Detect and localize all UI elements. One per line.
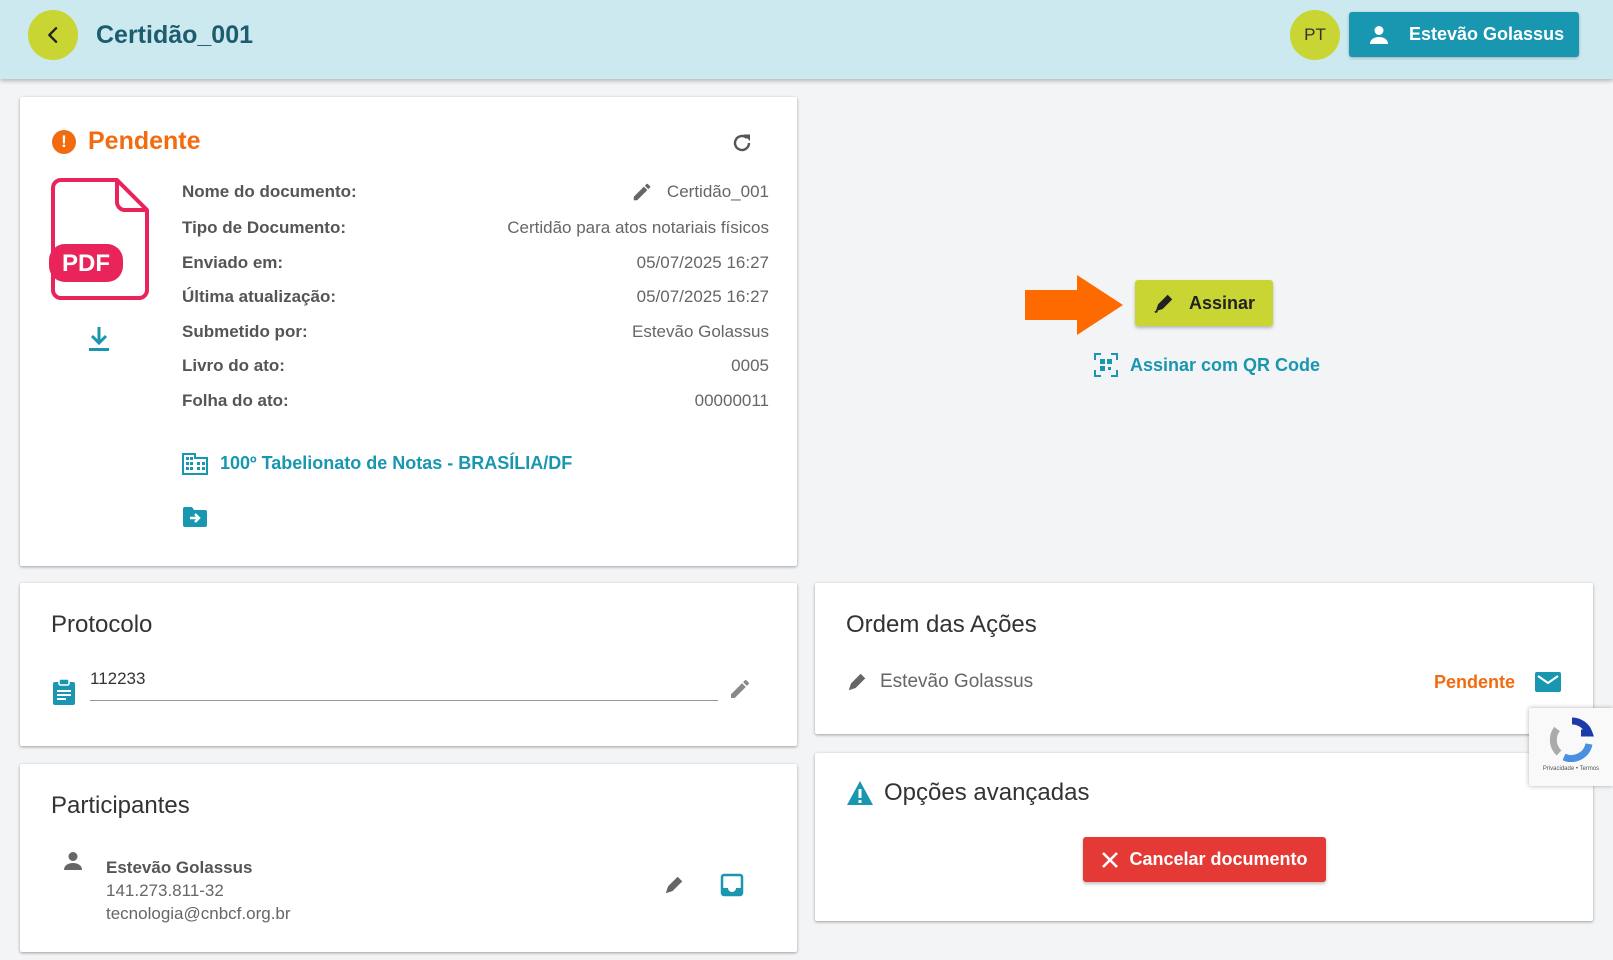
office-link[interactable]: 100º Tabelionato de Notas - BRASÍLIA/DF	[182, 451, 572, 475]
opcoes-header: Opções avançadas	[846, 779, 1089, 807]
folder-move-icon	[183, 507, 207, 527]
user-menu-button[interactable]: Estevão Golassus	[1349, 12, 1579, 57]
building-icon	[182, 453, 208, 475]
protocolo-edit-button[interactable]	[728, 677, 752, 706]
refresh-button[interactable]	[730, 131, 754, 160]
protocolo-card: Protocolo	[20, 583, 797, 746]
language-button[interactable]: PT	[1290, 10, 1340, 60]
field-value: 05/07/2025 16:27	[636, 287, 769, 306]
ordem-card: Ordem das Ações Estevão Golassus Pendent…	[815, 583, 1593, 734]
opcoes-card: Opções avançadas Cancelar documento	[815, 753, 1593, 921]
close-icon	[1102, 851, 1119, 868]
recaptcha-icon	[1549, 717, 1594, 762]
participantes-card: Participantes Estevão Golassus 141.273.8…	[20, 764, 797, 952]
field-row-document-type: Tipo de Documento: Certidão para atos no…	[182, 218, 769, 238]
office-name: 100º Tabelionato de Notas - BRASÍLIA/DF	[220, 452, 573, 473]
ordem-title: Ordem das Ações	[846, 611, 1037, 638]
cancel-document-button[interactable]: Cancelar documento	[1083, 837, 1326, 882]
field-value: Certidão_001	[631, 181, 769, 203]
opcoes-title: Opções avançadas	[884, 779, 1090, 806]
cancel-label: Cancelar documento	[1129, 849, 1308, 869]
field-label: Submetido por:	[182, 322, 308, 341]
ordem-item-status: Pendente	[1433, 671, 1515, 692]
field-row-last-update: Última atualização: 05/07/2025 16:27	[182, 287, 769, 307]
chevron-left-icon	[48, 27, 58, 43]
qr-code-icon	[1094, 353, 1118, 377]
recaptcha-badge[interactable]: Privacidade • Termos	[1529, 708, 1613, 786]
clipboard-icon	[53, 678, 75, 705]
refresh-icon	[733, 134, 751, 152]
arrow-right-icon	[1025, 275, 1123, 335]
back-button[interactable]	[28, 10, 78, 60]
mail-icon[interactable]	[1535, 671, 1561, 693]
user-icon	[1370, 25, 1388, 44]
status-header: ! Pendente	[52, 127, 201, 156]
person-icon	[64, 852, 82, 870]
field-row-sheet: Folha do ato: 00000011	[182, 391, 769, 411]
protocolo-input[interactable]	[90, 665, 718, 701]
participantes-title: Participantes	[51, 792, 190, 819]
user-name: Estevão Golassus	[1409, 24, 1565, 44]
sign-qr-label: Assinar com QR Code	[1130, 354, 1321, 375]
field-value: 0005	[731, 356, 769, 375]
sign-button[interactable]: Assinar	[1135, 280, 1273, 326]
recaptcha-text: Privacidade • Termos	[1542, 766, 1600, 772]
participant-name: Estevão Golassus	[106, 858, 253, 877]
field-row-book: Livro do ato: 0005	[182, 356, 769, 376]
field-label: Folha do ato:	[182, 391, 289, 410]
pencil-icon	[731, 679, 749, 698]
field-value: 05/07/2025 16:27	[636, 253, 769, 272]
alert-circle-icon: !	[52, 129, 76, 154]
participant-cpf: 141.273.811-32	[106, 881, 224, 900]
top-bar: Certidão_001 PT Estevão Golassus	[0, 0, 1613, 79]
pdf-file-icon: PDF	[49, 177, 153, 306]
participant-email: tecnologia@cnbcf.org.br	[106, 904, 291, 923]
download-icon	[89, 327, 109, 351]
inbox-icon	[720, 873, 744, 897]
field-label: Tipo de Documento:	[182, 218, 347, 237]
field-value: Estevão Golassus	[631, 322, 769, 341]
field-label: Enviado em:	[182, 253, 284, 272]
field-value: Certidão para atos notariais físicos	[507, 218, 769, 237]
field-label: Nome do documento:	[182, 182, 357, 201]
field-row-submitted-by: Submetido por: Estevão Golassus	[182, 322, 769, 342]
pencil-icon[interactable]	[631, 181, 653, 203]
document-card: ! Pendente PDF Nome do documento: Certid…	[20, 97, 797, 566]
status-text: Pendente	[88, 127, 201, 155]
field-label: Livro do ato:	[182, 356, 285, 375]
pdf-label: PDF	[62, 250, 110, 277]
participant-item: Estevão Golassus 141.273.811-32 tecnolog…	[106, 856, 291, 925]
move-folder-button[interactable]	[182, 506, 208, 533]
ordem-item-name: Estevão Golassus	[880, 671, 1034, 692]
document-name-value: Certidão_001	[666, 182, 769, 201]
page-title: Certidão_001	[96, 21, 254, 49]
field-value: 00000011	[694, 391, 769, 410]
protocolo-title: Protocolo	[51, 611, 153, 638]
field-label: Última atualização:	[182, 287, 336, 306]
participant-edit-button[interactable]	[663, 874, 685, 901]
sign-pen-icon	[1154, 294, 1173, 314]
sign-pen-icon	[848, 673, 866, 691]
download-button[interactable]	[87, 325, 111, 358]
sign-label: Assinar	[1188, 292, 1256, 313]
field-row-sent-at: Enviado em: 05/07/2025 16:27	[182, 253, 769, 273]
sign-qr-link[interactable]: Assinar com QR Code	[1094, 353, 1320, 377]
ordem-item: Estevão Golassus Pendente	[846, 671, 1561, 693]
field-row-document-name: Nome do documento: Certidão_001	[182, 181, 769, 203]
sign-pen-icon	[665, 876, 683, 894]
warning-icon	[847, 781, 873, 805]
participant-inbox-button[interactable]	[720, 873, 744, 902]
